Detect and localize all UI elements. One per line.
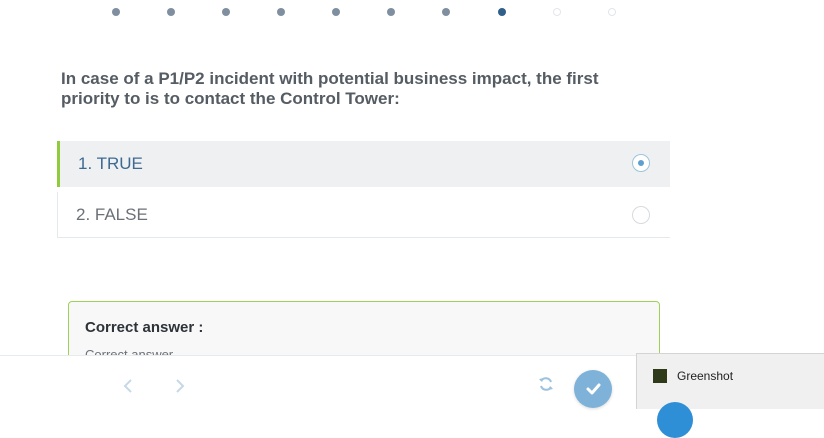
progress-dot (608, 8, 616, 16)
progress-dot (112, 8, 120, 16)
radio-selected-icon[interactable] (632, 154, 650, 172)
correct-answer-title: Correct answer : (85, 319, 204, 336)
option-label: 1. TRUE (78, 154, 143, 173)
avatar (657, 402, 693, 438)
progress-dot (222, 8, 230, 16)
greenshot-icon (653, 369, 667, 383)
check-icon (586, 383, 601, 395)
progress-dots (0, 0, 824, 24)
refresh-icon[interactable] (538, 376, 554, 392)
submit-button[interactable] (574, 370, 612, 408)
greenshot-notification[interactable]: Greenshot (636, 353, 824, 438)
progress-dot-current (498, 8, 506, 16)
radio-unselected-icon[interactable] (632, 206, 650, 224)
option-true[interactable]: 1. TRUE (57, 141, 670, 187)
progress-dot (332, 8, 340, 16)
progress-dot (553, 8, 561, 16)
option-label: 2. FALSE (76, 204, 148, 224)
chevron-left-icon[interactable] (122, 376, 134, 400)
notification-title: Greenshot (677, 369, 734, 383)
progress-dot (442, 8, 450, 16)
option-false[interactable]: 2. FALSE (57, 192, 670, 238)
chevron-right-icon[interactable] (174, 376, 186, 400)
progress-dot (387, 8, 395, 16)
question-text: In case of a P1/P2 incident with potenti… (61, 69, 599, 108)
progress-dot (167, 8, 175, 16)
progress-dot (277, 8, 285, 16)
